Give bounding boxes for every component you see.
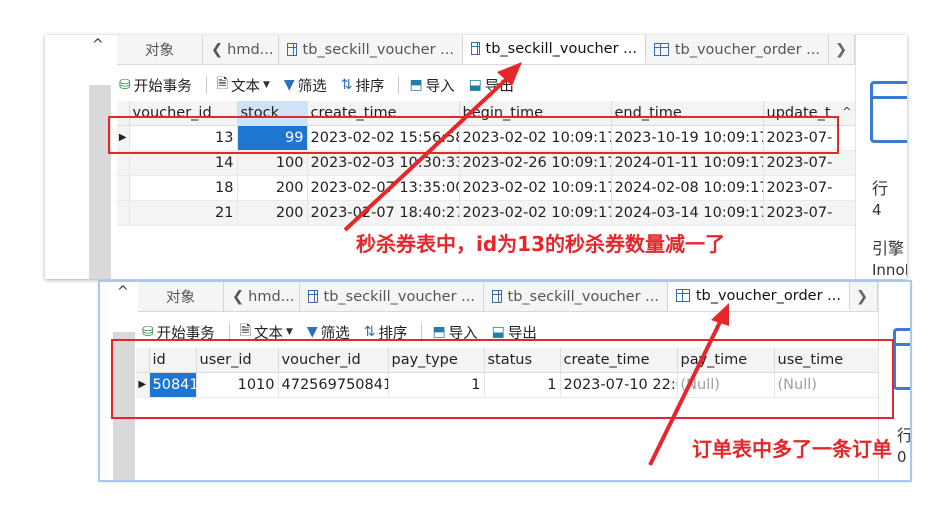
arrow-head-bottom [711,303,729,326]
annotation-top: 秒杀券表中，id为13的秒杀券数量减一了 [356,232,726,256]
arrow-line-top [343,72,514,232]
annotation-bottom: 订单表中多了一条订单 [692,437,892,461]
